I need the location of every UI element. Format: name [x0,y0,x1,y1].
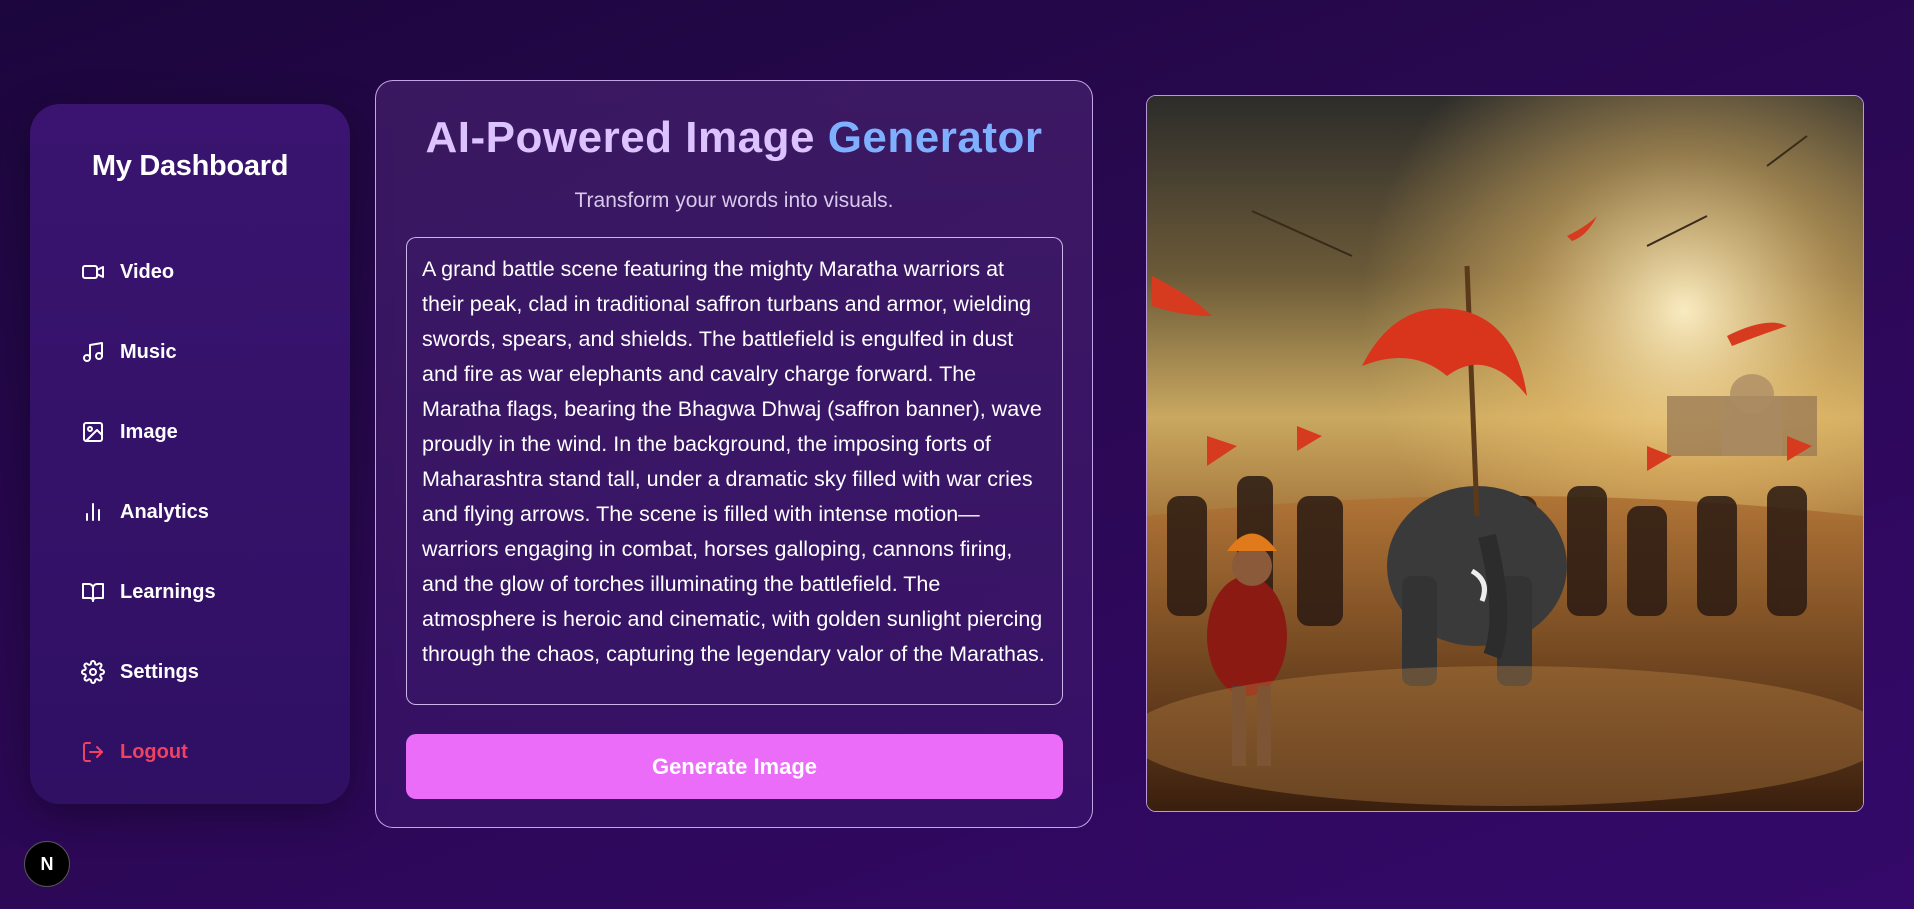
gear-icon [80,659,106,685]
sidebar-item-label: Image [120,420,178,443]
bar-chart-icon [80,499,106,525]
sidebar-item-learnings[interactable]: Learnings [80,552,330,632]
title-part-2: Generator [827,113,1043,162]
page-subtitle: Transform your words into visuals. [574,189,894,212]
sidebar-item-image[interactable]: Image [80,392,330,472]
title-part-1: AI-Powered Image [425,113,828,162]
prompt-textarea[interactable]: A grand battle scene featuring the might… [406,237,1063,705]
sidebar-item-video[interactable]: Video [80,232,330,312]
sidebar-title: My Dashboard [91,150,289,182]
sidebar-item-label: Settings [120,660,199,683]
sidebar-item-settings[interactable]: Settings [80,632,330,712]
battle-scene-image [1147,96,1863,811]
sidebar-item-analytics[interactable]: Analytics [80,472,330,552]
image-icon [80,419,106,445]
logout-icon [80,739,106,765]
generator-panel: AI-Powered Image Generator Transform you… [375,80,1093,828]
page-title: AI-Powered Image Generator [376,113,1092,163]
video-icon [80,259,106,285]
sidebar-nav: Video Music Image Analytics Learnings Se… [80,232,330,792]
music-icon [80,339,106,365]
sidebar-item-label: Video [120,260,175,283]
generate-image-button[interactable]: Generate Image [406,734,1063,799]
sidebar-item-label: Analytics [120,500,209,523]
sidebar-item-label: Logout [120,740,188,763]
sidebar-item-label: Learnings [120,580,216,603]
generated-image [1146,95,1864,812]
sidebar-item-logout[interactable]: Logout [80,712,330,792]
book-icon [80,579,106,605]
sidebar: My Dashboard Video Music Image Analytics [30,104,350,804]
sidebar-item-label: Music [120,340,177,363]
sidebar-item-music[interactable]: Music [80,312,330,392]
nextjs-badge[interactable]: N [24,841,70,887]
